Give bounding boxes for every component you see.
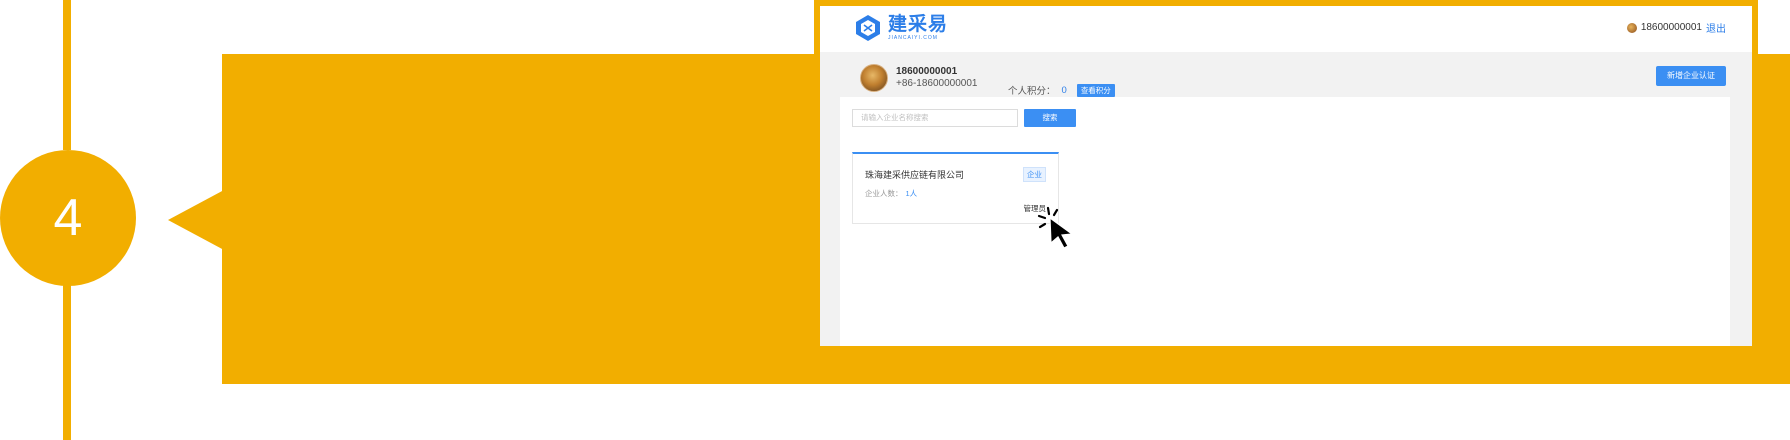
company-list-panel: 请输入企业名称搜索 搜索 珠海建采供应链有限公司 企业 企业人数： 1人 管理员 (840, 97, 1730, 346)
app-header: 建采易 JIANCAIYI.COM 18600000001 退出 (820, 6, 1752, 52)
timeline-line-bottom (63, 280, 71, 440)
logout-link[interactable]: 退出 (1706, 20, 1726, 35)
account-area: 18600000001 +86-18600000001 个人积分： 0 查看积分… (820, 52, 1752, 346)
logo-wordmark: 建采易 JIANCAIYI.COM (888, 15, 948, 41)
company-card[interactable]: 珠海建采供应链有限公司 企业 企业人数： 1人 管理员 (852, 152, 1059, 224)
profile-summary: 18600000001 +86-18600000001 (860, 64, 977, 92)
member-count-value: 1人 (905, 189, 918, 198)
view-points-button[interactable]: 查看积分 (1076, 83, 1115, 97)
screenshot-frame: 建采易 JIANCAIYI.COM 18600000001 退出 1860000… (814, 0, 1758, 352)
timeline-line-top (63, 0, 71, 150)
search-button[interactable]: 搜索 (1024, 109, 1076, 127)
company-type-badge: 企业 (1023, 167, 1046, 182)
hand-pointer-click-icon (1037, 206, 1074, 249)
company-search-input[interactable]: 请输入企业名称搜索 (852, 109, 1018, 127)
logo-subtext: JIANCAIYI.COM (888, 35, 938, 41)
add-enterprise-cert-button[interactable]: 新增企业认证 (1656, 66, 1726, 86)
logo-mark-icon (856, 15, 880, 41)
profile-phone: +86-18600000001 (896, 78, 978, 89)
points-label: 个人积分： (1008, 86, 1056, 97)
tutorial-stage: 4 建采易 JIANCAIYI.COM 18600000001 退出 18600… (0, 0, 1790, 440)
company-name: 珠海建采供应链有限公司 (865, 170, 965, 180)
avatar (860, 64, 888, 92)
personal-points: 个人积分： 0 查看积分 (1008, 83, 1115, 97)
brand-logo[interactable]: 建采易 JIANCAIYI.COM (854, 14, 948, 42)
logo-text: 建采易 (888, 14, 949, 35)
company-member-count: 企业人数： 1人 (865, 188, 917, 199)
user-avatar-icon (1626, 22, 1637, 33)
header-user-phone: 18600000001 (1640, 22, 1702, 33)
header-user-menu: 18600000001 退出 (1626, 20, 1726, 35)
points-value: 0 (1061, 84, 1067, 96)
profile-name: 18600000001 (896, 65, 958, 77)
member-count-label: 企业人数： (865, 189, 903, 198)
callout-pointer (168, 190, 224, 250)
profile-text: 18600000001 +86-18600000001 (896, 66, 977, 91)
app-window: 建采易 JIANCAIYI.COM 18600000001 退出 1860000… (820, 6, 1752, 346)
step-number-badge: 4 (0, 150, 136, 286)
